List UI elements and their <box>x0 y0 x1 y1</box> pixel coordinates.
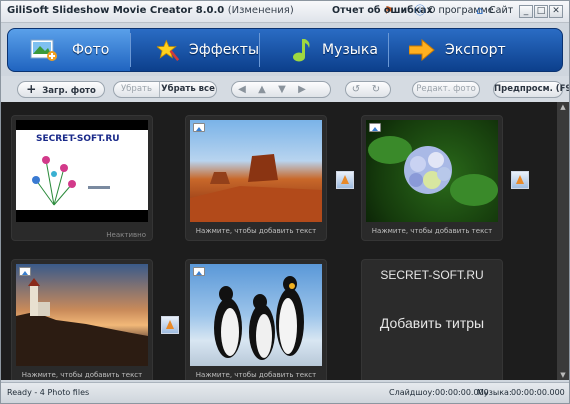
tab-export-label: Экспорт <box>445 42 506 58</box>
add-text-caption[interactable]: Нажмите, чтобы добавить текст <box>362 227 502 235</box>
slide-card[interactable]: Нажмите, чтобы добавить текст <box>185 115 327 241</box>
inactive-label: Неактивно <box>106 231 146 239</box>
tab-export[interactable]: Экспорт <box>389 29 562 71</box>
tab-effects-label: Эффекты <box>189 42 259 58</box>
penguins-photo <box>214 276 304 360</box>
remove-button[interactable]: Убрать <box>114 82 160 97</box>
tab-effects[interactable]: Эффекты <box>131 29 259 71</box>
photo-toolbar: + Загр. фото Убрать Убрать все ◀ ▲ ▼ ▶ ↺ … <box>1 76 569 102</box>
add-text-caption[interactable]: Нажмите, чтобы добавить текст <box>12 371 152 379</box>
music-note-icon <box>293 39 310 62</box>
remove-button-group: Убрать Убрать все <box>113 81 217 98</box>
workspace-scrollbar[interactable]: ▲ ▼ <box>557 102 569 380</box>
music-duration: 00:00:00.000 <box>511 388 565 397</box>
lighthouse-photo <box>16 278 148 366</box>
slide-thumbnail <box>190 264 322 366</box>
slide-thumbnail <box>366 120 498 222</box>
add-titles-label: Добавить титры <box>379 315 485 331</box>
photo-type-icon <box>369 123 381 132</box>
app-title-status: (Изменения) <box>227 5 294 16</box>
photo-icon <box>30 39 57 61</box>
add-text-caption[interactable]: Нажмите, чтобы добавить текст <box>186 227 326 235</box>
canyon-photo <box>190 154 322 222</box>
slide-watermark-text: SECRET-SOFT.RU <box>36 134 120 144</box>
slide-thumbnail: SECRET-SOFT.RU <box>16 120 148 222</box>
add-titles-card[interactable]: SECRET-SOFT.RU Добавить титры <box>361 259 503 380</box>
edit-photo-button[interactable]: Редакт. фото <box>412 81 480 98</box>
music-label: Музыка: <box>477 388 512 397</box>
slide-card[interactable]: SECRET-SOFT.RU Неактивно <box>11 115 153 241</box>
add-text-caption[interactable]: Нажмите, чтобы добавить текст <box>186 371 326 379</box>
effects-star-icon <box>157 39 179 61</box>
move-down-icon[interactable]: ▼ <box>272 82 292 97</box>
slide-card[interactable]: Нажмите, чтобы добавить текст <box>361 115 503 241</box>
photo-type-icon <box>19 267 31 276</box>
slides-workspace: SECRET-SOFT.RU Неактивно Нажмите, чтобы … <box>1 102 557 380</box>
rotate-left-icon[interactable]: ↺ <box>346 82 366 97</box>
hydrangea-photo <box>368 136 498 206</box>
transition-icon[interactable] <box>161 316 179 334</box>
minimize-button[interactable]: _ <box>519 5 533 18</box>
status-ready: Ready - 4 Photo files <box>7 388 90 397</box>
close-button[interactable]: ✕ <box>549 5 563 18</box>
tab-photo[interactable]: Фото <box>8 29 130 71</box>
slide-thumbnail <box>190 120 322 222</box>
main-tab-bar: Фото Эффекты Музыка Экспорт <box>7 28 563 72</box>
tab-music[interactable]: Музыка <box>260 29 388 71</box>
slide-card[interactable]: Нажмите, чтобы добавить текст <box>11 259 153 380</box>
title-card-watermark: SECRET-SOFT.RU <box>380 268 484 282</box>
app-title: GiliSoft Slideshow Movie Creator 8.0.0 (… <box>7 5 294 16</box>
tab-music-label: Музыка <box>322 42 378 58</box>
flower-illustration <box>32 156 76 206</box>
slide-small-caption <box>88 186 110 189</box>
remove-all-button[interactable]: Убрать все <box>160 82 216 97</box>
title-bar: GiliSoft Slideshow Movie Creator 8.0.0 (… <box>1 1 569 23</box>
add-photo-label: Загр. фото <box>42 86 96 96</box>
tab-photo-label: Фото <box>72 42 110 58</box>
slideshow-duration: Слайдшоу:00:00:00.000 <box>389 388 489 397</box>
about-info-icon: ⓘ <box>414 4 426 17</box>
status-bar: Ready - 4 Photo files Слайдшоу:00:00:00.… <box>1 382 569 403</box>
app-window: GiliSoft Slideshow Movie Creator 8.0.0 (… <box>0 0 570 404</box>
move-right-icon[interactable]: ▶ <box>292 82 312 97</box>
slide-card[interactable]: Нажмите, чтобы добавить текст <box>185 259 327 380</box>
photo-type-icon <box>193 267 205 276</box>
move-buttons-group: ◀ ▲ ▼ ▶ <box>231 81 331 98</box>
rotate-buttons-group: ↺ ↻ <box>345 81 391 98</box>
move-left-icon[interactable]: ◀ <box>232 82 252 97</box>
transition-icon[interactable] <box>336 171 354 189</box>
photo-type-icon <box>193 123 205 132</box>
rotate-right-icon[interactable]: ↻ <box>366 82 386 97</box>
add-photo-button[interactable]: + Загр. фото <box>17 81 105 98</box>
home-icon: ⌂ <box>476 4 484 17</box>
maximize-button[interactable]: □ <box>534 5 548 18</box>
scroll-down-icon[interactable]: ▼ <box>557 370 569 380</box>
export-arrow-icon <box>409 39 435 61</box>
slide-thumbnail <box>16 264 148 366</box>
app-title-text: GiliSoft Slideshow Movie Creator 8.0.0 <box>7 5 225 16</box>
transition-icon[interactable] <box>511 171 529 189</box>
scroll-up-icon[interactable]: ▲ <box>557 102 569 112</box>
preview-button[interactable]: Предпросм. (F9) <box>493 81 569 98</box>
plus-icon: + <box>26 82 37 96</box>
move-up-icon[interactable]: ▲ <box>252 82 272 97</box>
site-link[interactable]: Сайт <box>489 5 513 16</box>
